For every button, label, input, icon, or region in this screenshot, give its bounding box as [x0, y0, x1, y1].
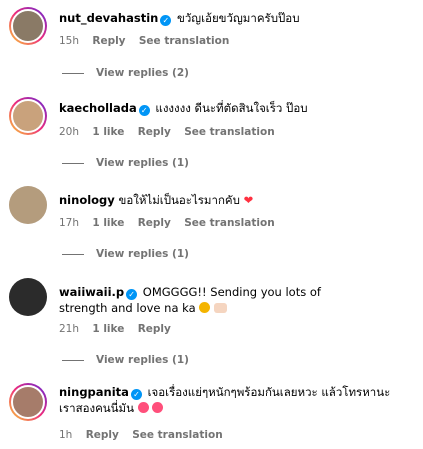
likes-count[interactable]: 1 like — [92, 323, 124, 335]
heart-hands-emoji-icon — [213, 303, 227, 313]
username[interactable]: kaechollada — [59, 101, 137, 115]
username[interactable]: waiiwaii.p — [59, 285, 124, 299]
avatar[interactable] — [9, 278, 47, 316]
heart-emoji-icon: ❤ — [243, 193, 254, 207]
avatar[interactable] — [9, 186, 47, 224]
comment-time: 15h — [59, 35, 80, 47]
reply-button[interactable]: Reply — [92, 35, 125, 47]
comment-text: แงงงงง ดีนะที่ตัดสินใจเร็ว ป๊อบ — [155, 101, 308, 115]
reply-button[interactable]: Reply — [86, 429, 119, 441]
reply-button[interactable]: Reply — [138, 323, 171, 335]
avatar[interactable] — [9, 7, 47, 45]
comment-time: 17h — [59, 217, 80, 229]
see-translation-button[interactable]: See translation — [139, 35, 229, 47]
verified-badge-icon: ✓ — [138, 105, 150, 116]
reply-button[interactable]: Reply — [138, 217, 171, 229]
divider-line — [62, 72, 84, 74]
likes-count[interactable]: 1 like — [92, 126, 124, 138]
view-replies-button[interactable]: View replies (1) — [96, 157, 189, 169]
avatar[interactable] — [9, 383, 47, 421]
shocked-face-emoji-icon — [137, 402, 149, 413]
see-translation-button[interactable]: See translation — [132, 429, 222, 441]
divider-line — [62, 359, 84, 361]
smiling-face-emoji-icon — [199, 302, 211, 313]
username[interactable]: ninology — [59, 193, 115, 207]
view-replies-button[interactable]: View replies (1) — [96, 354, 189, 366]
shocked-face-emoji-icon — [152, 402, 164, 413]
comment-time: 21h — [59, 323, 80, 335]
divider-line — [62, 162, 84, 164]
avatar[interactable] — [9, 97, 47, 135]
comment-text: ขวัญเอ้ยขวัญมาครับป๊อบ — [176, 11, 300, 25]
reply-button[interactable]: Reply — [138, 126, 171, 138]
comment-time: 1h — [59, 429, 73, 441]
comment-time: 20h — [59, 126, 80, 138]
view-replies-button[interactable]: View replies (1) — [96, 248, 189, 260]
username[interactable]: ningpanita — [59, 385, 129, 399]
view-replies-button[interactable]: View replies (2) — [96, 67, 189, 79]
see-translation-button[interactable]: See translation — [184, 217, 274, 229]
verified-badge-icon: ✓ — [130, 389, 142, 400]
see-translation-button[interactable]: See translation — [184, 126, 274, 138]
verified-badge-icon: ✓ — [126, 289, 138, 300]
divider-line — [62, 253, 84, 255]
likes-count[interactable]: 1 like — [92, 217, 124, 229]
username[interactable]: nut_devahastin — [59, 11, 158, 25]
verified-badge-icon: ✓ — [160, 15, 172, 26]
comment-text: ขอให้ไม่เป็นอะไรมากคับ — [118, 193, 240, 207]
